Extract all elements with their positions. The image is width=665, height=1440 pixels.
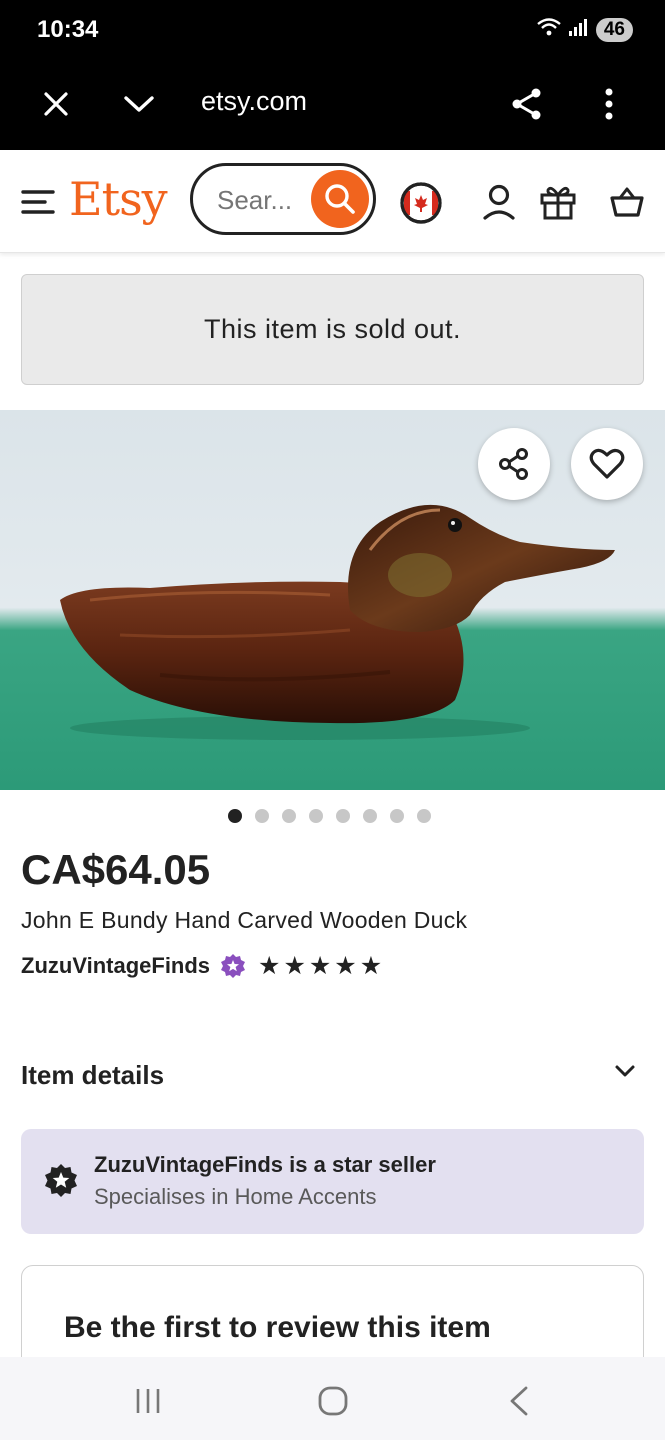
status-icons: 46 — [536, 16, 633, 43]
recent-apps-icon[interactable] — [126, 1379, 170, 1423]
status-time: 10:34 — [37, 16, 99, 43]
shop-row: ZuzuVintageFinds ★★★★★ — [21, 951, 385, 981]
gift-icon[interactable] — [536, 180, 580, 224]
star-seller-title: ZuzuVintageFinds is a star seller — [94, 1152, 436, 1177]
gallery-dot[interactable] — [255, 809, 269, 823]
browser-toolbar: etsy.com — [0, 62, 665, 150]
more-options-icon[interactable] — [587, 82, 631, 126]
heart-icon — [589, 448, 625, 479]
share-image-button[interactable] — [478, 428, 550, 500]
close-tab-icon[interactable] — [34, 82, 78, 126]
shop-name-link[interactable]: ZuzuVintageFinds — [21, 953, 210, 979]
search-bar[interactable] — [190, 163, 376, 235]
gallery-dot[interactable] — [363, 809, 377, 823]
wooden-duck-image — [60, 504, 615, 740]
account-icon[interactable] — [477, 180, 521, 224]
product-title: John E Bundy Hand Carved Wooden Duck — [21, 907, 468, 933]
status-bar: 10:34 46 — [0, 0, 665, 62]
gallery-dot[interactable] — [417, 809, 431, 823]
share-icon[interactable] — [505, 82, 549, 126]
sold-out-notice: This item is sold out. — [21, 274, 644, 385]
chevron-down-icon[interactable] — [117, 82, 161, 126]
favorite-button[interactable] — [571, 428, 643, 500]
gallery-dot[interactable] — [336, 809, 350, 823]
search-input[interactable] — [215, 184, 311, 217]
share-icon — [499, 448, 528, 480]
wifi-icon — [536, 16, 562, 43]
item-details-toggle[interactable]: Item details — [21, 1060, 644, 1096]
gallery-pagination — [228, 809, 431, 823]
star-seller-card: ZuzuVintageFinds is a star seller Specia… — [21, 1129, 644, 1234]
reviews-title: Be the first to review this item — [64, 1311, 491, 1344]
gallery-dot[interactable] — [390, 809, 404, 823]
gallery-dot[interactable] — [282, 809, 296, 823]
system-nav-bar — [0, 1357, 665, 1440]
product-price: CA$64.05 — [21, 846, 211, 893]
search-icon — [325, 184, 355, 214]
search-button[interactable] — [311, 170, 369, 228]
star-seller-badge-icon — [220, 953, 246, 979]
back-icon[interactable] — [497, 1379, 541, 1423]
menu-icon[interactable] — [16, 180, 60, 224]
product-image[interactable] — [0, 410, 665, 790]
chevron-down-icon — [614, 1064, 636, 1083]
item-details-label: Item details — [21, 1060, 165, 1090]
gallery-dot[interactable] — [228, 809, 242, 823]
canada-flag-icon[interactable] — [398, 180, 444, 226]
home-icon[interactable] — [311, 1379, 355, 1423]
cart-icon[interactable] — [605, 180, 649, 224]
signal-icon — [568, 17, 590, 42]
etsy-logo[interactable]: Etsy — [69, 172, 168, 226]
site-header: Etsy — [0, 150, 665, 253]
url-text[interactable]: etsy.com — [201, 86, 307, 117]
gallery-dot[interactable] — [309, 809, 323, 823]
battery-indicator: 46 — [595, 17, 633, 42]
star-seller-icon — [43, 1163, 79, 1204]
star-seller-subtitle: Specialises in Home Accents — [94, 1184, 377, 1209]
rating-stars[interactable]: ★★★★★ — [258, 951, 385, 981]
